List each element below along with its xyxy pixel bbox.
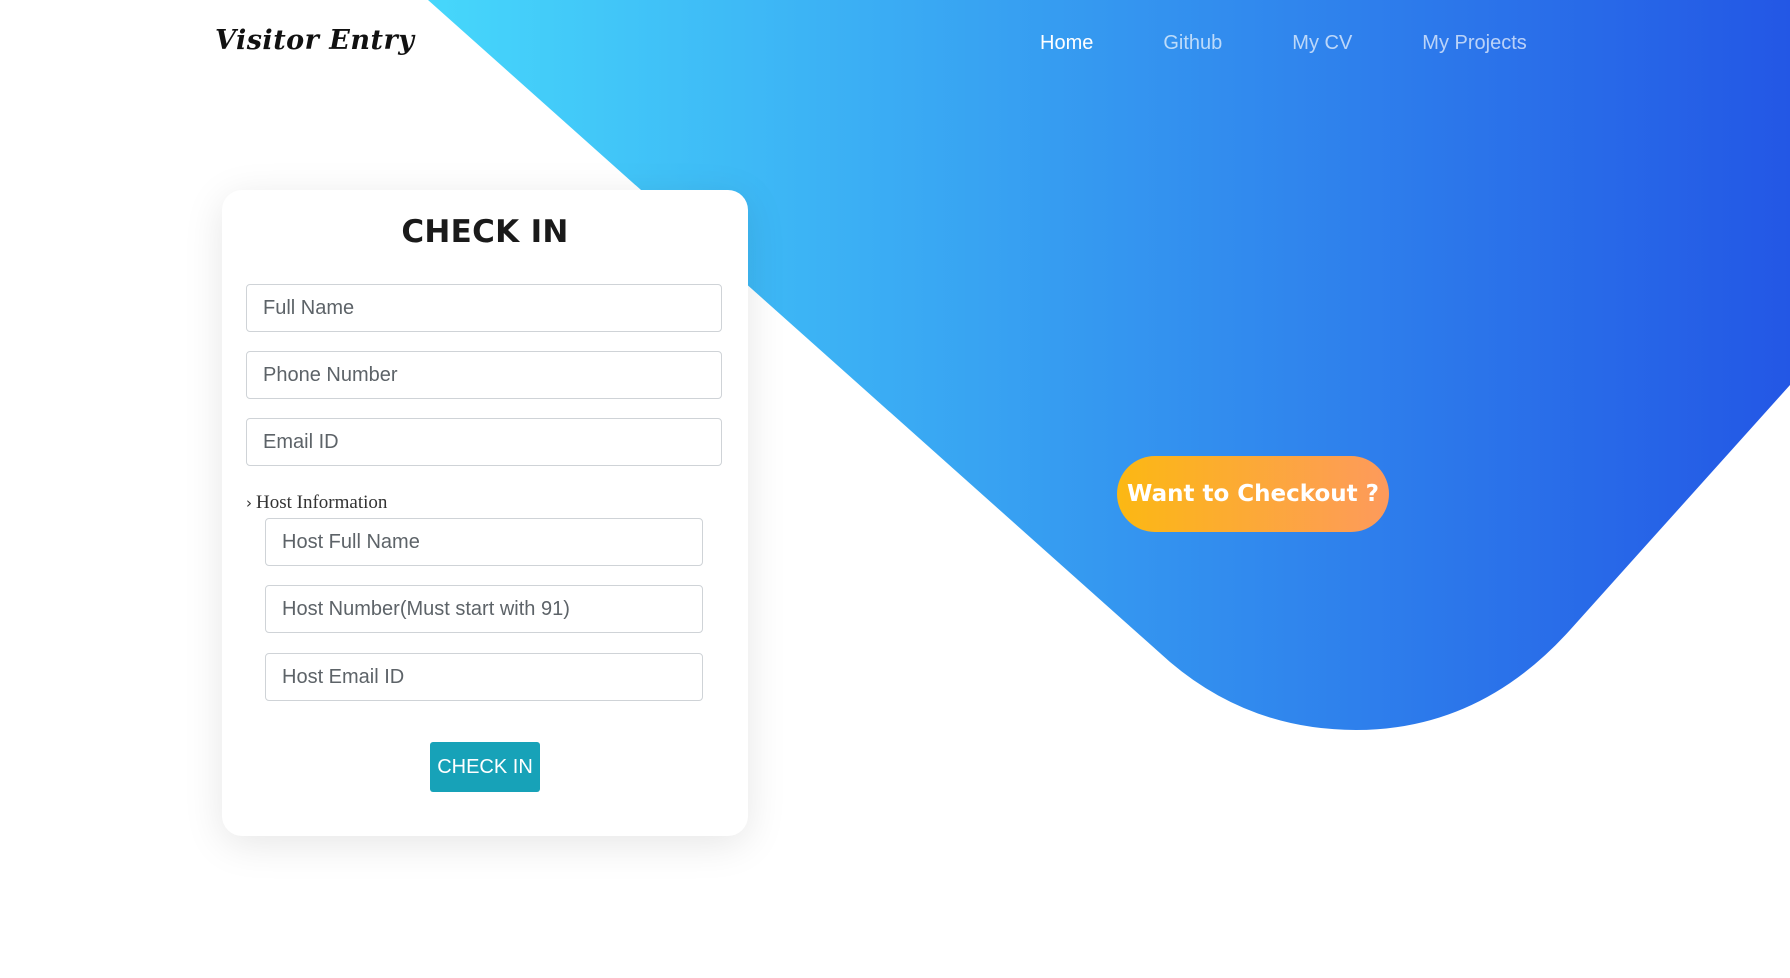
- host-information-label: Host Information: [256, 492, 388, 513]
- email-input[interactable]: [246, 418, 722, 466]
- full-name-input[interactable]: [246, 284, 722, 332]
- check-in-button[interactable]: CHECK IN: [430, 742, 540, 792]
- checkout-button[interactable]: Want to Checkout ?: [1117, 456, 1389, 532]
- top-nav: Home Github My CV My Projects: [1040, 32, 1597, 55]
- brand-logo[interactable]: Visitor Entry: [215, 25, 414, 56]
- check-in-card: CHECK IN ›Host Information CHECK IN: [222, 190, 748, 836]
- nav-item-github[interactable]: Github: [1163, 32, 1222, 55]
- card-title: CHECK IN: [401, 214, 569, 250]
- host-information-toggle[interactable]: › Host Information: [246, 492, 387, 514]
- phone-number-input[interactable]: [246, 351, 722, 399]
- nav-item-home[interactable]: Home: [1040, 32, 1093, 55]
- nav-item-my-cv[interactable]: My CV: [1292, 32, 1352, 55]
- host-number-input[interactable]: [265, 585, 703, 633]
- nav-item-my-projects[interactable]: My Projects: [1422, 32, 1526, 55]
- host-email-input[interactable]: [265, 653, 703, 701]
- host-full-name-input[interactable]: [265, 518, 703, 566]
- chevron-right-icon: ›: [246, 494, 252, 512]
